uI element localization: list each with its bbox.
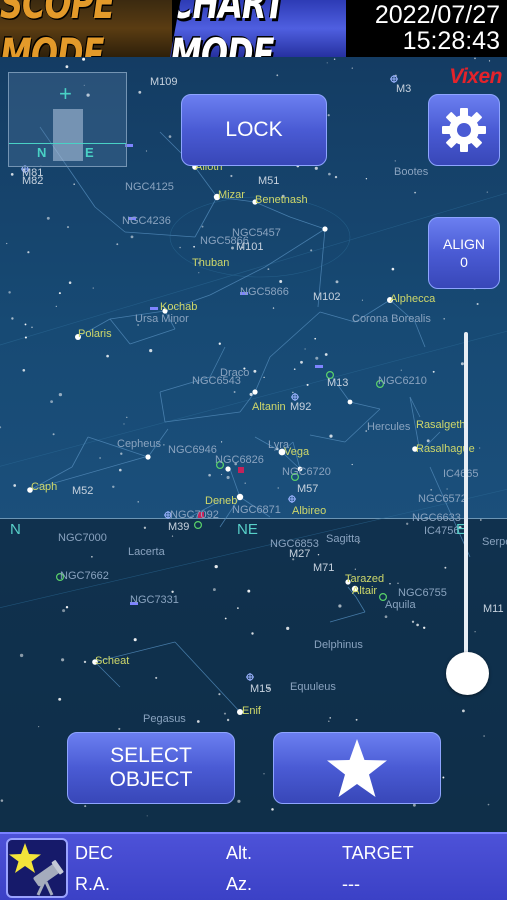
az-label: Az. [226,874,253,894]
sky-label: NGC7092 [170,509,219,521]
sky-label: Delphinus [314,639,363,651]
dec-label: DEC [75,843,114,863]
date-text: 2022/07/27 [374,1,500,29]
compass-northeast: NE [237,521,258,538]
sky-label: Polaris [78,328,112,340]
sky-label: NGC6633 [412,512,461,524]
sky-label: Scheat [95,655,130,667]
sky-label: NGC6946 [168,444,217,456]
sky-label: Caph [31,481,58,493]
sky-label: Ursa Minor [135,313,189,325]
sky-label: M39 [168,521,190,533]
sky-label: Rasalgethi [416,419,468,431]
overview-horizon [9,143,126,144]
sky-label: NGC6572 [418,493,467,505]
overview-north-label: N [37,145,47,160]
sky-label: M92 [290,401,312,413]
sky-label: IC4756 [424,525,460,537]
mode-header: SCOPE MODE CHART MODE 2022/07/27 15:28:4… [0,0,507,57]
sky-label: Thuban [192,257,230,269]
sky-label: Mizar [218,189,245,201]
scope-mode-label: SCOPE MODE [0,0,115,57]
scope-mode-tab[interactable]: SCOPE MODE [0,0,172,57]
sky-label: M71 [313,562,335,574]
chart-mode-label: CHART MODE [170,0,286,57]
sky-label: Benetnash [255,194,308,206]
star-icon [327,739,387,797]
vixen-logo: Vixen [449,65,502,88]
sky-label: Enif [242,705,261,717]
star-telescope-icon [9,843,64,896]
sky-label: NGC7331 [130,594,179,606]
zoom-slider-thumb[interactable] [446,652,489,695]
sky-label: NGC6210 [378,375,427,387]
sky-label: Pegasus [143,713,186,725]
star-chart[interactable]: M82 M109 M81 M3 M51 Alioth Mizar Benetnash Boote… [0,57,507,832]
sky-label: Aquila [385,599,416,611]
sky-label: M101 [236,241,264,253]
sky-label: Hercules [367,421,411,433]
favorite-button[interactable] [273,732,441,804]
sky-label: Alphecca [390,293,436,305]
select-object-button[interactable]: SELECT OBJECT [67,732,235,804]
sky-label: NGC6543 [192,375,241,387]
sky-label: IC4665 [443,468,479,480]
compass-north: N [10,521,21,538]
settings-button[interactable] [428,94,500,166]
object-type-icon[interactable] [6,838,68,898]
sky-label: NGC6826 [215,454,264,466]
sky-label: Cepheus [117,438,162,450]
sky-label: Altanin [252,401,286,413]
sky-label: Bootes [394,166,429,178]
alt-label: Alt. [226,843,253,863]
ra-label: R.A. [75,874,111,894]
sky-label: Equuleus [290,681,336,693]
sky-label: M15 [250,683,272,695]
target-value: --- [342,874,360,894]
zoom-slider-track[interactable] [464,332,468,672]
sky-label: M51 [258,175,280,187]
view-frame [53,109,83,161]
target-label: TARGET [342,843,414,863]
sky-label: Vega [284,446,310,458]
sky-label: Sagitta [326,533,361,545]
gear-icon [442,108,486,152]
sky-label: M57 [297,483,319,495]
sky-label: M27 [289,548,311,560]
sky-label: Corona Borealis [352,313,431,325]
sky-overview-map[interactable]: + N E [8,72,127,167]
sky-label: M102 [313,291,341,303]
lock-button[interactable]: LOCK [181,94,327,166]
sky-label: NGC6720 [282,466,331,478]
sky-label: M3 [396,83,412,95]
datetime-display: 2022/07/27 15:28:43 [375,2,500,54]
sky-label: Tarazed [345,573,385,585]
sky-label: M52 [72,485,94,497]
sky-label: NGC4125 [125,181,174,193]
time-text: 15:28:43 [402,27,500,55]
sky-label: NGC7000 [58,532,107,544]
sky-label: Kochab [160,301,198,313]
sky-label: M11 [483,603,504,615]
chart-mode-tab[interactable]: CHART MODE [170,0,346,57]
sky-label: NGC4236 [122,215,171,227]
constellation-lines [29,126,471,713]
sky-label: NGC6755 [398,587,447,599]
sky-label: M81 [22,167,44,179]
sky-label: NGC7662 [60,570,109,582]
sky-label: NGC5866 [240,286,289,298]
overview-east-label: E [85,145,94,160]
sky-label: M13 [327,377,349,389]
align-button[interactable]: ALIGN 0 [428,217,500,289]
crosshair-icon: + [59,81,72,106]
object-info-bar: DEC R.A. Alt. Az. TARGET --- [0,832,507,900]
align-label: ALIGN [442,236,485,252]
sky-label: NGC6871 [232,504,281,516]
align-count: 0 [460,254,468,270]
sky-label: Albireo [292,505,327,517]
sky-label: Altair [352,585,378,597]
sky-label: Lacerta [128,546,165,558]
sky-label: Serpens [482,536,507,548]
sky-label: M109 [150,76,178,88]
